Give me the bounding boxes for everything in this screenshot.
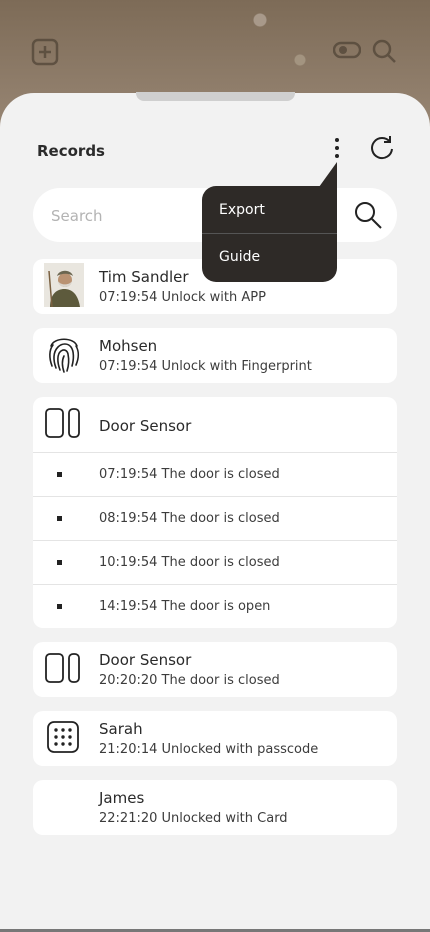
toggle-icon — [333, 41, 361, 59]
event-row: 14:19:54 The door is open — [33, 584, 397, 628]
bullet-icon — [57, 516, 62, 521]
door-sensor-icon — [45, 653, 80, 683]
record-name: James — [99, 789, 145, 807]
record-card[interactable]: Mohsen 07:19:54 Unlock with Fingerprint — [33, 328, 397, 383]
record-name: Door Sensor — [99, 651, 192, 669]
record-card[interactable]: James 22:21:20 Unlocked with Card — [33, 780, 397, 835]
user-avatar — [44, 263, 84, 307]
door-sensor-icon — [45, 408, 80, 438]
more-dot-icon — [335, 154, 339, 158]
record-card-expanded[interactable]: Door Sensor 07:19:54 The door is closed … — [33, 397, 397, 628]
record-detail: 07:19:54 Unlock with APP — [99, 290, 266, 305]
record-detail: 21:20:14 Unlocked with passcode — [99, 742, 319, 757]
add-icon — [31, 38, 59, 66]
fingerprint-icon — [49, 338, 80, 373]
event-row: 08:19:54 The door is closed — [33, 496, 397, 540]
record-name: Mohsen — [99, 337, 158, 355]
record-detail: 07:19:54 Unlock with Fingerprint — [99, 359, 312, 374]
menu-divider — [202, 233, 337, 234]
record-name: Tim Sandler — [99, 268, 189, 286]
menu-item-guide[interactable]: Guide — [219, 249, 260, 265]
record-card[interactable]: Sarah 21:20:14 Unlocked with passcode — [33, 711, 397, 766]
event-detail: 08:19:54 The door is closed — [99, 511, 280, 526]
menu-item-export[interactable]: Export — [219, 202, 265, 218]
bullet-icon — [57, 560, 62, 565]
more-dot-icon — [335, 146, 339, 150]
event-row: 10:19:54 The door is closed — [33, 540, 397, 584]
record-name: Door Sensor — [99, 417, 192, 435]
search-icon[interactable] — [353, 200, 383, 230]
more-options-button[interactable] — [324, 134, 350, 162]
bullet-icon — [57, 604, 62, 609]
options-menu: Export Guide — [202, 162, 337, 282]
record-detail: 20:20:20 The door is closed — [99, 673, 280, 688]
event-detail: 07:19:54 The door is closed — [99, 467, 280, 482]
more-dot-icon — [335, 138, 339, 142]
search-icon — [372, 39, 396, 63]
refresh-icon[interactable] — [368, 134, 396, 162]
event-detail: 14:19:54 The door is open — [99, 599, 271, 614]
bullet-icon — [57, 472, 62, 477]
record-name: Sarah — [99, 720, 143, 738]
record-detail: 22:21:20 Unlocked with Card — [99, 811, 288, 826]
record-card[interactable]: Door Sensor 20:20:20 The door is closed — [33, 642, 397, 697]
keypad-icon — [47, 721, 79, 753]
event-row: 07:19:54 The door is closed — [33, 452, 397, 496]
event-detail: 10:19:54 The door is closed — [99, 555, 280, 570]
page-title: Records — [37, 142, 105, 160]
sheet-handle[interactable] — [136, 92, 295, 101]
